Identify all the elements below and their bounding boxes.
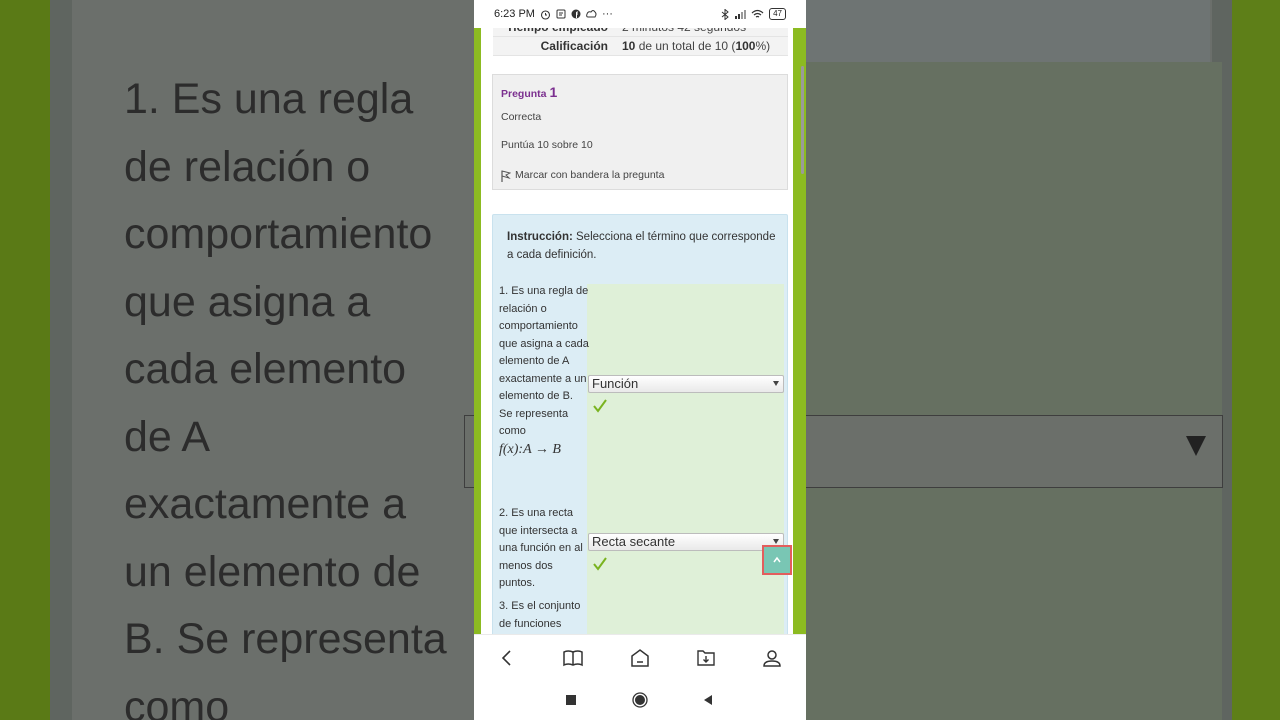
question-prefix: Pregunta [501,88,547,100]
flag-icon [501,170,511,182]
bg-top-strip [806,0,1210,62]
cloud-icon [586,10,597,18]
left-green-border [474,28,481,634]
summary-row-grade: Calificación 10 de un total de 10 (100%) [493,37,788,56]
summary-label: Calificación [540,39,608,53]
recents-icon[interactable] [563,692,579,708]
question-score: Puntúa 10 sobre 10 [501,139,593,151]
item-1-stem: 1. Es una regla de relación o comportami… [499,283,589,459]
question-state: Correcta [501,111,542,123]
status-right: 47 [721,8,786,20]
alarm-icon [540,9,551,20]
correct-check-icon [593,399,607,413]
question-number: 1 [549,84,558,100]
correct-check-icon [593,557,607,571]
item-2-select[interactable]: Recta secante [588,533,784,551]
item-1-math: f(x):A → B [499,441,561,457]
wifi-icon [751,9,764,18]
item-2-selected: Recta secante [592,534,676,549]
item-1-text: 1. Es una regla de relación o comportami… [499,285,589,437]
bg-line: B. Se representa [124,615,447,663]
bg-left-strip [0,0,50,720]
bg-line: 1. Es una regla [124,75,414,123]
instruction-label: Instrucción: [507,231,573,243]
status-more: ··· [601,8,613,20]
scroll-to-top-button[interactable] [762,545,792,575]
download-icon[interactable] [695,647,717,669]
flag-label: Marcar con bandera la pregunta [515,168,665,181]
grade-text: de un total de 10 ( [635,39,736,53]
grade-end: %) [755,39,771,53]
summary-value: 10 de un total de 10 (100%) [614,39,770,53]
scrollbar-thumb[interactable] [801,66,804,174]
question-info-box: Pregunta 1 Correcta Puntúa 10 sobre 10 M… [492,74,788,190]
bg-dropdown-arrow-icon [1186,436,1206,456]
instruction-text: Instrucción: Selecciona el término que c… [507,229,777,264]
chevron-up-icon [773,556,781,563]
bg-line: exactamente a [124,480,407,528]
flag-question-link[interactable]: Marcar con bandera la pregunta [501,167,664,182]
bluetooth-icon [721,8,729,20]
question-title: Pregunta 1 [501,84,557,100]
status-time: 6:23 PM [494,8,535,20]
back-icon[interactable] [496,647,518,669]
system-nav-bar [474,680,806,720]
status-left: 6:23 PM ··· [494,8,613,20]
notification-icon [556,9,566,19]
home-circle-icon[interactable] [632,692,648,708]
bg-line: cada elemento [124,345,407,393]
book-icon[interactable] [562,647,584,669]
back-triangle-icon[interactable] [700,692,716,708]
signal-icon [735,10,747,19]
bg-line: un elemento de [124,547,421,596]
bg-line: que asigna a [124,277,371,326]
bg-line: de relación o [124,142,371,191]
bg-answer-area [806,62,1222,720]
page-content: Tiempo empleado 2 minutos 42 segundos Ca… [474,0,806,634]
item-3-stem: 3. Es el conjunto de funciones [499,600,581,630]
bg-enlarged-text: 1. Es una regla de relación o comportami… [124,66,474,720]
phone-screen: Tiempo empleado 2 minutos 42 segundos Ca… [474,0,806,720]
bg-line: comportamiento [124,210,433,258]
bg-line: de A [124,412,211,461]
grade-score: 10 [622,39,636,53]
dropdown-arrow-icon [773,381,779,386]
dropdown-arrow-icon [773,539,779,544]
bg-right-strip [1232,0,1280,720]
facebook-icon [571,9,581,19]
profile-icon[interactable] [761,647,783,669]
item-1-selected: Función [592,376,639,391]
bg-line: como [124,682,230,720]
browser-nav-bar [474,634,806,680]
answer-column [587,284,784,634]
right-green-border [793,28,806,634]
item-1-select[interactable]: Función [588,375,784,393]
home-icon[interactable] [629,647,651,669]
grade-percent: 100 [735,39,756,53]
battery-icon: 47 [769,8,786,20]
item-2-stem: 2. Es una recta que intersecta a una fun… [499,507,583,589]
status-bar: 6:23 PM ··· 47 [474,0,806,28]
